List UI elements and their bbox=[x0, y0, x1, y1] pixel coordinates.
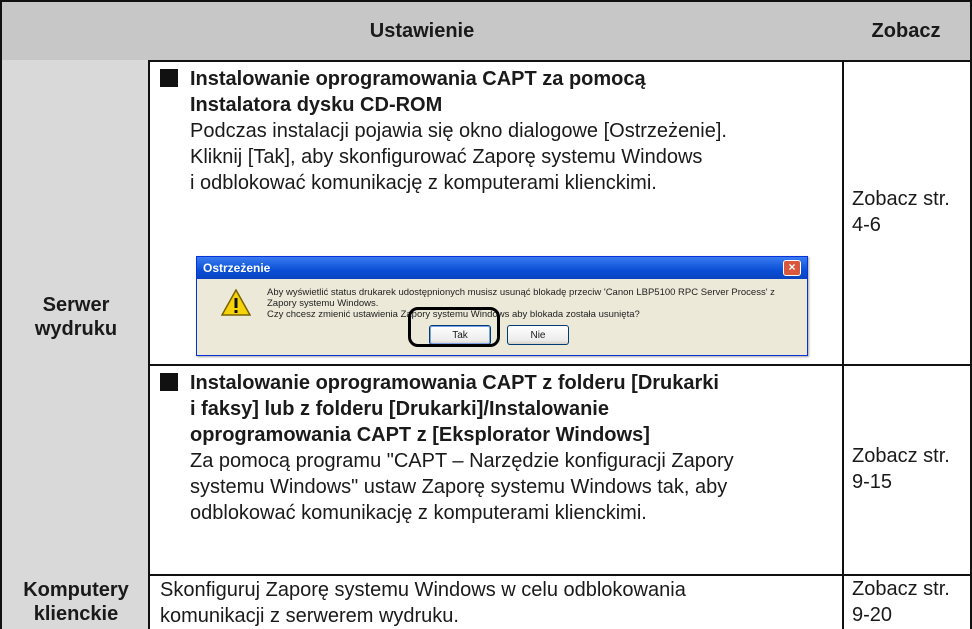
row-label-server: Serwer wydruku bbox=[0, 60, 150, 576]
dialog-title: Ostrzeżenie bbox=[203, 261, 271, 275]
row-label-clients-text: Komputery klienckie bbox=[23, 578, 129, 625]
section-printers-title-3: oprogramowania CAPT z [Eksplorator Windo… bbox=[190, 424, 650, 446]
header-see-label: Zobacz bbox=[871, 19, 941, 42]
section-cd-rom-title-1: Instalowanie oprogramowania CAPT za pomo… bbox=[160, 66, 832, 92]
section-printers-title-2: i faksy] lub z folderu [Drukarki]/Instal… bbox=[190, 398, 609, 420]
section-printers-text-3: odblokować komunikację z komputerami kli… bbox=[190, 502, 647, 524]
see-ref-2: Zobacz str. 9-15 bbox=[852, 445, 950, 493]
section-cd-rom-title-2: Instalatora dysku CD-ROM bbox=[190, 94, 443, 116]
see-cell-2: Zobacz str. 9-15 bbox=[842, 364, 972, 576]
section-printers-text-2: systemu Windows" ustaw Zaporę systemu Wi… bbox=[190, 476, 728, 498]
no-button[interactable]: Nie bbox=[507, 325, 569, 345]
section-printers-title-1: Instalowanie oprogramowania CAPT z folde… bbox=[160, 370, 832, 396]
header-setting: Ustawienie bbox=[0, 0, 844, 62]
section-printers-text-1: Za pomocą programu "CAPT – Narzędzie kon… bbox=[190, 450, 734, 472]
square-bullet-icon bbox=[160, 69, 178, 87]
section-cd-rom-text-2: Kliknij [Tak], aby skonfigurować Zaporę … bbox=[190, 146, 703, 168]
section-clients: Skonfiguruj Zaporę systemu Windows w cel… bbox=[148, 574, 844, 629]
warning-icon bbox=[221, 289, 251, 316]
header-see: Zobacz bbox=[842, 0, 972, 62]
dialog-message-line-1: Aby wyświetlić status drukarek udostępni… bbox=[267, 287, 775, 298]
see-ref-1: Zobacz str. 4-6 bbox=[852, 188, 950, 236]
section-clients-text-1: Skonfiguruj Zaporę systemu Windows w cel… bbox=[160, 579, 686, 601]
section-cd-rom-text-1: Podczas instalacji pojawia się okno dial… bbox=[190, 120, 727, 142]
dialog-titlebar: Ostrzeżenie × bbox=[197, 257, 807, 279]
dialog-message-line-3: Czy chcesz zmienić ustawienia Zapory sys… bbox=[267, 309, 640, 320]
row-label-server-text: Serwer wydruku bbox=[34, 294, 118, 340]
section-cd-rom-text-3: i odblokować komunikację z komputerami k… bbox=[190, 172, 657, 194]
header-setting-label: Ustawienie bbox=[369, 19, 475, 42]
close-icon[interactable]: × bbox=[783, 260, 801, 276]
dialog-body: Aby wyświetlić status drukarek udostępni… bbox=[197, 279, 807, 355]
square-bullet-icon bbox=[160, 373, 178, 391]
see-cell-3: Zobacz str. 9-20 bbox=[842, 574, 972, 629]
section-clients-text-2: komunikacji z serwerem wydruku. bbox=[160, 605, 459, 627]
dialog-message-line-2: Zapory systemu Windows. bbox=[267, 298, 379, 309]
see-ref-3: Zobacz str. 9-20 bbox=[852, 577, 950, 626]
yes-button-highlight bbox=[408, 307, 500, 347]
see-cell-1: Zobacz str. 4-6 bbox=[842, 60, 972, 366]
warning-dialog: Ostrzeżenie × Aby wyświetlić status druk… bbox=[196, 256, 808, 356]
section-printers-folder: Instalowanie oprogramowania CAPT z folde… bbox=[148, 364, 844, 576]
dialog-message: Aby wyświetlić status drukarek udostępni… bbox=[267, 287, 797, 320]
row-label-clients: Komputery klienckie bbox=[0, 574, 150, 629]
